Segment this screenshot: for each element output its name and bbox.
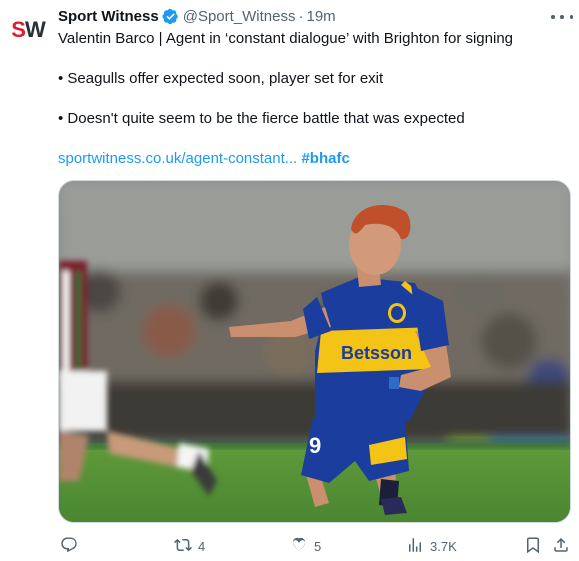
reply-icon (60, 536, 78, 557)
shorts-number: 9 (309, 433, 321, 458)
more-options-icon[interactable] (551, 12, 573, 22)
tweet-text: Valentin Barco | Agent in ‘constant dial… (58, 29, 571, 169)
share-icon (552, 536, 570, 557)
views-button[interactable]: 3.7K (406, 536, 457, 557)
tweet-header: Sport Witness @Sport_Witness · 19m (58, 6, 571, 26)
hashtag-link[interactable]: #bhafc (301, 150, 349, 167)
tweet-content: Sport Witness @Sport_Witness · 19m Valen… (58, 6, 573, 169)
retweet-count: 4 (198, 539, 206, 554)
bookmark-icon (524, 536, 542, 557)
author-name[interactable]: Sport Witness (58, 8, 159, 25)
tweet-bullet-1: • Seagulls offer expected soon, player s… (58, 70, 384, 87)
like-icon (290, 536, 308, 557)
bookmark-button[interactable] (524, 536, 542, 557)
retweet-icon (174, 536, 192, 557)
reply-button[interactable] (60, 536, 84, 557)
jersey-sponsor: Betsson (341, 343, 412, 363)
tweet-photo[interactable]: 9 Betsson (58, 180, 571, 523)
avatar-letter-s: S (11, 17, 26, 42)
tweet-links: sportwitness.co.uk/agent-constant... #bh… (58, 149, 571, 169)
tweet-headline: Valentin Barco | Agent in ‘constant dial… (58, 30, 514, 47)
verified-badge-icon (162, 8, 179, 25)
author-handle[interactable]: @Sport_Witness (183, 8, 296, 25)
avatar-letter-w: W (24, 17, 46, 42)
separator-dot: · (298, 7, 304, 25)
share-button[interactable] (552, 536, 570, 557)
like-button[interactable]: 5 (290, 536, 321, 557)
tweet-actions: 4 5 3.7K (58, 534, 571, 556)
views-icon (406, 536, 424, 557)
avatar[interactable]: SW (8, 10, 48, 50)
views-count: 3.7K (430, 539, 457, 554)
tweet-timestamp[interactable]: 19m (306, 8, 335, 25)
retweet-button[interactable]: 4 (174, 536, 205, 557)
like-count: 5 (314, 539, 322, 554)
tweet-bullet-2: • Doesn't quite seem to be the fierce ba… (58, 110, 465, 127)
article-link[interactable]: sportwitness.co.uk/agent-constant... (58, 150, 297, 167)
